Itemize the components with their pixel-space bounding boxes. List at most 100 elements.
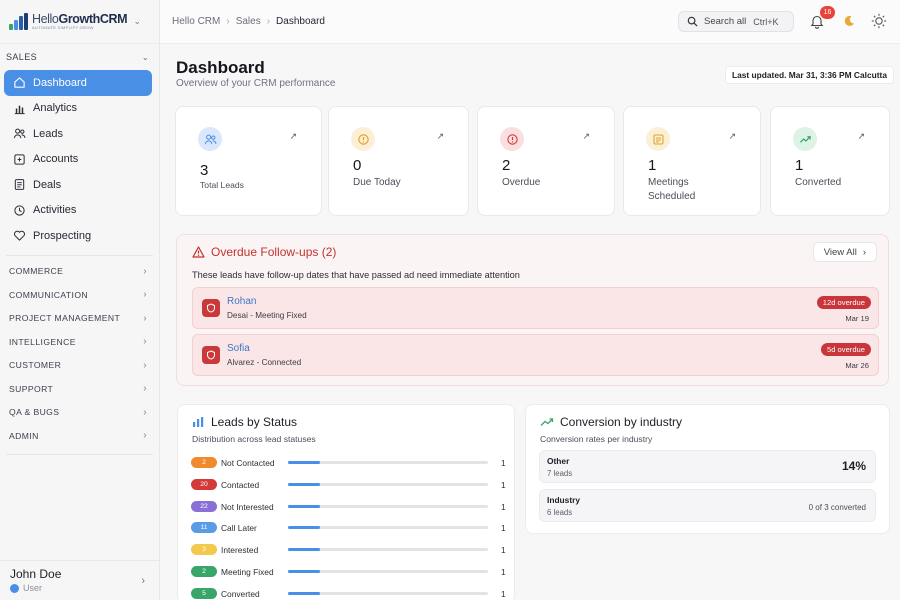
overdue-item[interactable]: Sofia Alvarez - Connected 5d overdue Mar 26 <box>192 334 879 376</box>
breadcrumb: Hello CRM › Sales › Dashboard <box>172 16 325 27</box>
status-code-badge: 2 <box>191 566 217 577</box>
status-progress-fill <box>288 570 320 573</box>
status-progress-bar <box>288 548 488 552</box>
status-progress-fill <box>288 548 320 552</box>
sidebar-item-accounts[interactable]: Accounts <box>4 147 152 173</box>
status-label: Not Interested <box>221 501 274 512</box>
sidebar-group[interactable]: COMMUNICATION › <box>0 283 159 307</box>
conversion-subtitle: Conversion rates per industry <box>540 434 653 444</box>
page-subtitle: Overview of your CRM performance <box>176 78 336 89</box>
status-progress-bar <box>288 504 488 508</box>
arrow-up-right-icon: ↗ <box>289 131 297 141</box>
status-progress-bar <box>288 526 488 530</box>
chevron-right-icon: › <box>226 16 230 27</box>
chevron-right-icon[interactable]: › <box>141 575 145 587</box>
overdue-item[interactable]: Rohan Desai - Meeting Fixed 12d overdue Mar… <box>192 287 879 329</box>
status-count: 1 <box>501 458 506 468</box>
divider <box>6 254 153 256</box>
overdue-title-text: Overdue Follow-ups (2) <box>211 245 337 259</box>
stat-card[interactable]: ↗ 3 Total Leads <box>175 106 322 216</box>
stat-card[interactable]: ↗ 0 Due Today <box>328 106 469 216</box>
user-profile[interactable]: John Doe User › <box>0 560 159 600</box>
lead-name-link[interactable]: Rohan <box>227 296 256 307</box>
status-progress-fill <box>288 461 320 464</box>
user-role: User <box>10 583 149 593</box>
status-label: Meeting Fixed <box>221 567 274 577</box>
status-row: 5 Converted 1 <box>191 587 506 600</box>
status-row: 2 Not Contacted 1 <box>191 457 506 469</box>
status-label: Call Later <box>221 523 257 534</box>
topbar: Hello CRM › Sales › Dashboard Search all… <box>160 0 900 44</box>
overdue-description: These leads have follow-up dates that ha… <box>192 270 520 280</box>
search-button[interactable]: Search all Ctrl+K <box>678 11 794 32</box>
shield-icon <box>202 299 220 317</box>
leads-by-status-card: Leads by Status Distribution across lead… <box>177 404 515 600</box>
status-progress-fill <box>288 591 320 595</box>
status-progress-fill <box>288 482 320 486</box>
sidebar-group-label: COMMERCE <box>9 266 64 277</box>
sidebar-group[interactable]: ADMIN › <box>0 424 159 448</box>
logo-tagline: AUTOMATE SIMPLIFY GROW <box>32 25 94 31</box>
stat-card[interactable]: ↗ 1 Converted <box>770 106 890 216</box>
trending-up-icon <box>793 127 817 151</box>
overdue-badge: 12d overdue <box>816 296 871 309</box>
search-icon <box>687 16 698 27</box>
alert-circle-icon <box>500 127 524 151</box>
sidebar-group-label: CUSTOMER <box>9 360 62 371</box>
document-icon <box>12 178 26 192</box>
stat-card[interactable]: ↗ 2 Overdue <box>477 106 615 216</box>
breadcrumb-item[interactable]: Sales <box>236 16 261 27</box>
users-icon <box>12 127 26 141</box>
stat-label: Total Leads <box>200 180 244 190</box>
sun-icon[interactable] <box>871 13 887 29</box>
stat-value: 3 <box>200 162 209 179</box>
leads-by-status-title: Leads by Status <box>192 415 297 429</box>
status-code-badge: 20 <box>191 478 217 490</box>
industry-row: Industry 6 leads 0 of 3 converted <box>539 489 876 522</box>
status-progress-fill <box>288 526 320 530</box>
stat-card[interactable]: ↗ 1 Meetings Scheduled <box>623 106 761 216</box>
sidebar-item-prospecting[interactable]: Prospecting <box>4 223 152 249</box>
followup-date: Mar 26 <box>845 361 869 370</box>
logo-icon <box>8 12 30 32</box>
status-code-badge: 5 <box>191 587 217 599</box>
sidebar-group[interactable]: COMMERCE › <box>0 260 159 284</box>
bar-chart-icon <box>193 417 204 427</box>
sidebar-group[interactable]: PROJECT MANAGEMENT › <box>0 307 159 331</box>
status-row: 3 Interested 1 <box>191 544 506 556</box>
status-count: 1 <box>501 501 506 512</box>
stat-label: Converted <box>795 177 842 188</box>
sidebar-group-label: QA & BUGS <box>9 407 60 418</box>
view-all-label: View All <box>823 246 857 258</box>
sidebar-group[interactable]: SUPPORT › <box>0 377 159 401</box>
search-label: Search all <box>704 16 747 27</box>
arrow-up-right-icon: ↗ <box>582 131 590 141</box>
sidebar-item-label: Activities <box>33 204 77 217</box>
section-sales[interactable]: SALES ⌄ <box>0 44 159 70</box>
sidebar-item-analytics[interactable]: Analytics <box>4 96 152 122</box>
breadcrumb-item[interactable]: Hello CRM <box>172 16 220 27</box>
building-icon <box>12 152 26 166</box>
sidebar-group[interactable]: CUSTOMER › <box>0 354 159 378</box>
logo-text: HelloGrowthCRM AUTOMATE SIMPLIFY GROW <box>32 11 128 31</box>
sidebar-item-dashboard[interactable]: Dashboard <box>4 70 152 96</box>
sidebar-group[interactable]: QA & BUGS › <box>0 401 159 425</box>
conversion-by-industry-card: Conversion by industry Conversion rates … <box>525 404 890 534</box>
moon-icon[interactable] <box>842 14 856 28</box>
logo-main: Growth <box>58 11 101 26</box>
conversion-rate: 14% <box>841 459 866 473</box>
sidebar-item-activities[interactable]: Activities <box>4 198 152 224</box>
sidebar-item-leads[interactable]: Leads <box>4 121 152 147</box>
sidebar-item-label: Accounts <box>33 153 79 166</box>
chevron-down-icon[interactable]: ⌄ <box>133 16 141 27</box>
alert-circle-icon <box>351 127 375 151</box>
status-label: Not Contacted <box>221 458 275 468</box>
lead-name-link[interactable]: Sofia <box>227 343 250 354</box>
user-role-label: User <box>23 583 43 593</box>
logo-row[interactable]: HelloGrowthCRM AUTOMATE SIMPLIFY GROW ⌄ <box>0 0 159 44</box>
sidebar-group[interactable]: INTELLIGENCE › <box>0 330 159 354</box>
sidebar-item-deals[interactable]: Deals <box>4 172 152 198</box>
view-all-button[interactable]: View All › <box>812 242 877 262</box>
status-row: 11 Call Later 1 <box>191 522 506 534</box>
status-label: Contacted <box>221 479 260 490</box>
